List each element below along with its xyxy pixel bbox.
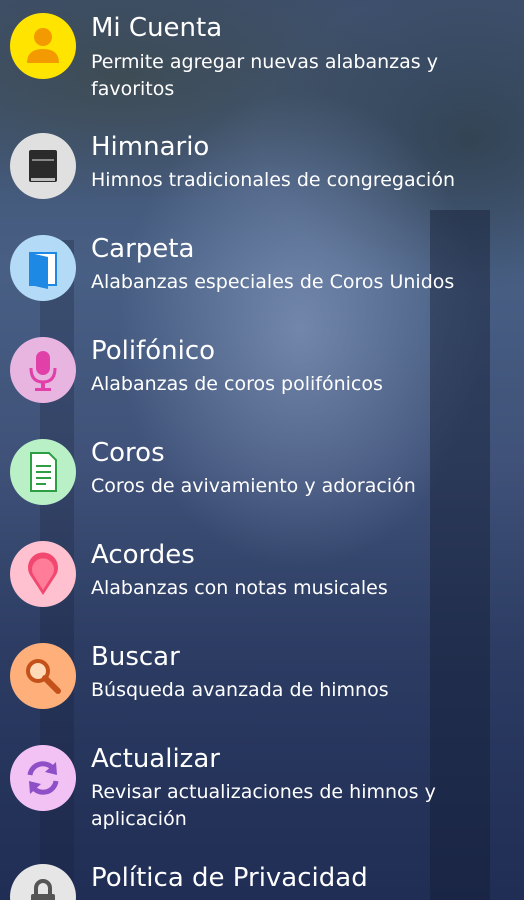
menu-item-subtitle: Revisar actualizaciones de himnos y apli… bbox=[91, 781, 436, 830]
menu-item-subtitle: Himnos tradicionales de congregación bbox=[91, 169, 456, 191]
menu-item-subtitle: Alabanzas especiales de Coros Unidos bbox=[91, 271, 455, 293]
document-icon bbox=[10, 439, 76, 505]
menu-item-subtitle: Permite agregar nuevas alabanzas y favor… bbox=[91, 51, 438, 100]
menu-item-acordes[interactable]: Acordes Alabanzas con notas musicales bbox=[0, 528, 524, 623]
folder-icon bbox=[10, 235, 76, 301]
menu-item-coros[interactable]: Coros Coros de avivamiento y adoración bbox=[0, 426, 524, 521]
menu-item-subtitle: Alabanzas con notas musicales bbox=[91, 577, 388, 599]
menu-item-polifonico[interactable]: Polifónico Alabanzas de coros polifónico… bbox=[0, 324, 524, 419]
menu-item-subtitle: Búsqueda avanzada de himnos bbox=[91, 679, 389, 701]
book-icon bbox=[10, 133, 76, 199]
microphone-icon bbox=[10, 337, 76, 403]
user-icon bbox=[10, 13, 76, 79]
menu-item-title: Actualizar bbox=[91, 744, 220, 774]
menu-item-title: Acordes bbox=[91, 540, 195, 570]
menu-item-subtitle: Coros de avivamiento y adoración bbox=[91, 475, 416, 497]
menu-item-title: Himnario bbox=[91, 132, 210, 162]
menu-item-privacidad[interactable]: Política de Privacidad bbox=[0, 851, 524, 900]
menu-item-title: Mi Cuenta bbox=[91, 13, 223, 43]
menu-item-subtitle: Alabanzas de coros polifónicos bbox=[91, 373, 383, 395]
menu-item-title: Buscar bbox=[91, 642, 180, 672]
menu-item-title: Coros bbox=[91, 438, 165, 468]
menu-item-actualizar[interactable]: Actualizar Revisar actualizaciones de hi… bbox=[0, 732, 524, 847]
search-icon bbox=[10, 643, 76, 709]
menu-item-mi-cuenta[interactable]: Mi Cuenta Permite agregar nuevas alabanz… bbox=[0, 0, 524, 110]
menu-item-carpeta[interactable]: Carpeta Alabanzas especiales de Coros Un… bbox=[0, 222, 524, 317]
refresh-icon bbox=[10, 745, 76, 811]
menu-item-title: Polifónico bbox=[91, 336, 216, 366]
menu-item-buscar[interactable]: Buscar Búsqueda avanzada de himnos bbox=[0, 630, 524, 725]
map-pin-icon bbox=[10, 541, 76, 607]
menu-item-title: Política de Privacidad bbox=[91, 863, 368, 893]
menu-item-himnario[interactable]: Himnario Himnos tradicionales de congreg… bbox=[0, 120, 524, 215]
menu-item-title: Carpeta bbox=[91, 234, 195, 264]
lock-icon bbox=[10, 864, 76, 900]
